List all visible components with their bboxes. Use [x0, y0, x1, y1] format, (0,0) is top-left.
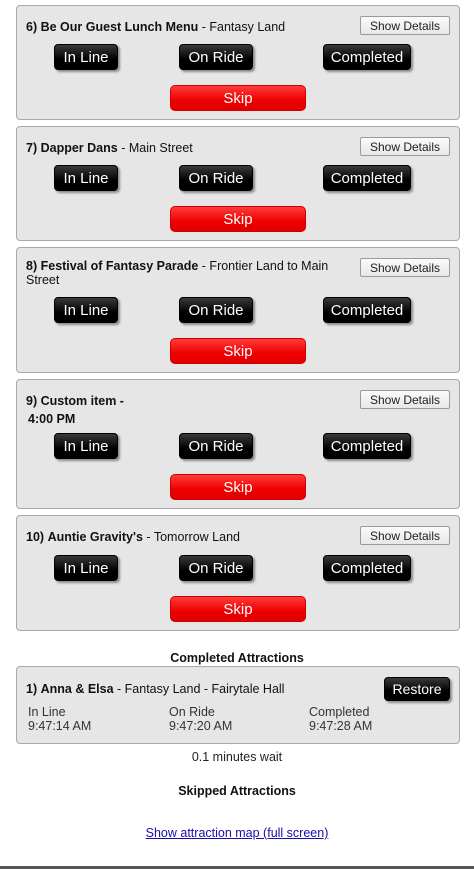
attraction-time: 4:00 PM	[28, 412, 76, 426]
attraction-name: Dapper Dans	[40, 141, 118, 155]
on-ride-stat: On Ride 9:47:20 AM	[169, 705, 232, 733]
attraction-number: 1)	[26, 682, 38, 696]
in-line-stat: In Line 9:47:14 AM	[28, 705, 91, 733]
on-ride-button[interactable]: On Ride	[179, 165, 253, 191]
attraction-name: Custom item	[40, 394, 117, 408]
attraction-title: 9) Custom item -	[26, 394, 356, 408]
attraction-location: -	[119, 394, 124, 408]
status-button-row: In Line On Ride Completed	[17, 297, 459, 323]
status-button-row: In Line On Ride Completed	[17, 165, 459, 191]
show-details-button[interactable]: Show Details	[360, 390, 450, 409]
attraction-map-link[interactable]: Show attraction map (full screen)	[0, 826, 474, 840]
attraction-name: Be Our Guest Lunch Menu	[40, 20, 199, 34]
attraction-location: - Fantasy Land	[201, 20, 286, 34]
on-ride-time: 9:47:20 AM	[169, 719, 233, 733]
attraction-card: 9) Custom item - 4:00 PM Show Details In…	[16, 379, 460, 509]
show-details-button[interactable]: Show Details	[360, 258, 450, 277]
attraction-card: 10) Auntie Gravity's - Tomorrow Land Sho…	[16, 515, 460, 631]
attraction-card: 6) Be Our Guest Lunch Menu - Fantasy Lan…	[16, 5, 460, 120]
attraction-location: - Main Street	[121, 141, 193, 155]
completed-button[interactable]: Completed	[323, 297, 411, 323]
skip-button[interactable]: Skip	[170, 338, 306, 364]
completed-time: 9:47:28 AM	[309, 719, 373, 733]
attraction-title: 10) Auntie Gravity's - Tomorrow Land	[26, 530, 356, 544]
attraction-title: 7) Dapper Dans - Main Street	[26, 141, 356, 155]
attraction-number: 6)	[26, 20, 38, 34]
completed-attractions-heading: Completed Attractions	[170, 651, 304, 665]
in-line-label: In Line	[28, 705, 66, 719]
in-line-button[interactable]: In Line	[54, 555, 118, 581]
completed-button[interactable]: Completed	[323, 165, 411, 191]
in-line-button[interactable]: In Line	[54, 165, 118, 191]
on-ride-label: On Ride	[169, 705, 215, 719]
show-details-button[interactable]: Show Details	[360, 137, 450, 156]
status-button-row: In Line On Ride Completed	[17, 555, 459, 581]
skip-button[interactable]: Skip	[170, 596, 306, 622]
attraction-number: 10)	[26, 530, 45, 544]
attraction-title: 8) Festival of Fantasy Parade - Frontier…	[26, 259, 356, 287]
show-details-button[interactable]: Show Details	[360, 526, 450, 545]
attraction-number: 8)	[26, 259, 38, 273]
skip-button[interactable]: Skip	[170, 85, 306, 111]
show-details-button[interactable]: Show Details	[360, 16, 450, 35]
completed-button[interactable]: Completed	[323, 433, 411, 459]
attraction-card: 8) Festival of Fantasy Parade - Frontier…	[16, 247, 460, 373]
attraction-name: Festival of Fantasy Parade	[40, 259, 199, 273]
in-line-button[interactable]: In Line	[54, 297, 118, 323]
in-line-button[interactable]: In Line	[54, 433, 118, 459]
on-ride-button[interactable]: On Ride	[179, 555, 253, 581]
wait-time-text: 0.1 minutes wait	[191, 750, 283, 764]
status-button-row: In Line On Ride Completed	[17, 433, 459, 459]
skip-button[interactable]: Skip	[170, 474, 306, 500]
attraction-title: 1) Anna & Elsa - Fantasy Land - Fairytal…	[26, 682, 356, 696]
attraction-name: Auntie Gravity's	[47, 530, 143, 544]
completed-label: Completed	[309, 705, 370, 719]
completed-button[interactable]: Completed	[323, 555, 411, 581]
attraction-name: Anna & Elsa	[40, 682, 114, 696]
attraction-location: - Tomorrow Land	[146, 530, 240, 544]
attraction-number: 7)	[26, 141, 38, 155]
restore-button[interactable]: Restore	[384, 677, 450, 701]
in-line-time: 9:47:14 AM	[28, 719, 92, 733]
completed-stat: Completed 9:47:28 AM	[309, 705, 372, 733]
attraction-card: 7) Dapper Dans - Main Street Show Detail…	[16, 126, 460, 241]
on-ride-button[interactable]: On Ride	[179, 297, 253, 323]
on-ride-button[interactable]: On Ride	[179, 433, 253, 459]
on-ride-button[interactable]: On Ride	[179, 44, 253, 70]
status-button-row: In Line On Ride Completed	[17, 44, 459, 70]
skipped-attractions-heading: Skipped Attractions	[178, 784, 296, 798]
completed-attraction-card: 1) Anna & Elsa - Fantasy Land - Fairytal…	[16, 666, 460, 744]
attraction-location: - Fantasy Land - Fairytale Hall	[117, 682, 285, 696]
attraction-title: 6) Be Our Guest Lunch Menu - Fantasy Lan…	[26, 20, 356, 34]
completed-button[interactable]: Completed	[323, 44, 411, 70]
attraction-number: 9)	[26, 394, 38, 408]
skip-button[interactable]: Skip	[170, 206, 306, 232]
in-line-button[interactable]: In Line	[54, 44, 118, 70]
